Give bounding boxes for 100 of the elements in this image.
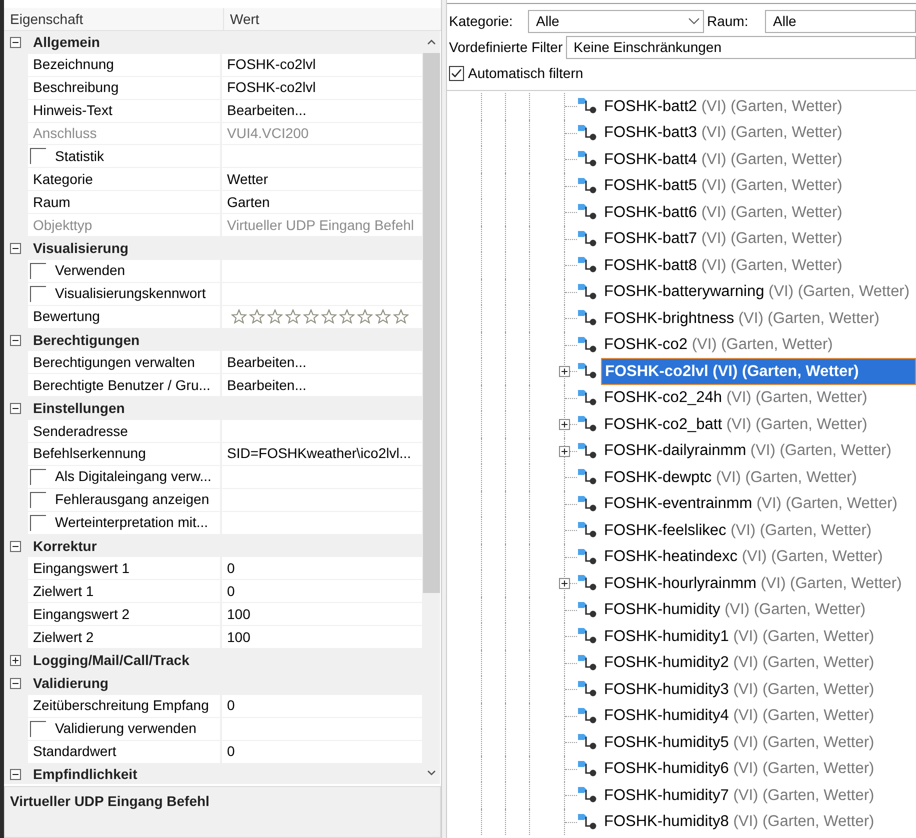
collapse-icon[interactable] bbox=[10, 36, 21, 48]
property-label: Bezeichnung bbox=[33, 55, 114, 74]
star-icon[interactable] bbox=[231, 309, 247, 324]
scrollbar[interactable] bbox=[422, 31, 440, 784]
scroll-up-icon[interactable] bbox=[426, 39, 436, 45]
input-arrow-icon bbox=[577, 228, 599, 249]
star-icon[interactable] bbox=[357, 309, 373, 324]
property-label: Hinweis-Text bbox=[33, 101, 112, 120]
property-label: Senderadresse bbox=[33, 422, 128, 441]
checkbox-label[interactable]: Automatisch filtern bbox=[468, 62, 584, 84]
scroll-down-icon[interactable] bbox=[426, 770, 436, 776]
tree-item[interactable]: FOSHK-co2_24h (VI) (Garten, Wetter) bbox=[601, 385, 870, 410]
property-value[interactable]: Garten bbox=[222, 191, 422, 214]
property-value[interactable]: Bearbeiten... bbox=[222, 100, 422, 123]
expand-icon[interactable] bbox=[559, 419, 570, 430]
tree-item[interactable]: FOSHK-humidity6 (VI) (Garten, Wetter) bbox=[601, 756, 878, 782]
checkbox[interactable] bbox=[30, 286, 46, 302]
collapse-icon[interactable] bbox=[10, 242, 21, 254]
tree-item[interactable]: FOSHK-feelslikec (VI) (Garten, Wetter) bbox=[601, 518, 875, 543]
input-arrow-icon bbox=[577, 758, 599, 779]
checkbox[interactable] bbox=[30, 514, 46, 531]
field-label: Raum: bbox=[707, 12, 750, 30]
tree-item[interactable]: FOSHK-co2lvl (VI) (Garten, Wetter) bbox=[601, 358, 916, 385]
category-dropdown[interactable]: Alle bbox=[528, 10, 704, 32]
group-title: Allgemein bbox=[33, 32, 100, 52]
property-value[interactable]: 0 bbox=[222, 694, 422, 718]
tree-item[interactable]: FOSHK-batterywarning (VI) (Garten, Wetter) bbox=[601, 279, 913, 304]
collapse-icon[interactable] bbox=[10, 403, 21, 414]
input-arrow-icon bbox=[577, 546, 599, 567]
input-arrow-icon bbox=[577, 176, 599, 196]
collapse-icon[interactable] bbox=[10, 334, 21, 346]
tree-item[interactable]: FOSHK-hourlyrainmm (VI) (Garten, Wetter) bbox=[601, 570, 905, 596]
star-icon[interactable] bbox=[285, 309, 301, 324]
property-value[interactable]: 0 bbox=[222, 740, 422, 764]
tree-item[interactable]: FOSHK-dailyrainmm (VI) (Garten, Wetter) bbox=[601, 438, 894, 464]
group-title: Visualisierung bbox=[33, 238, 128, 258]
expand-icon[interactable] bbox=[559, 578, 570, 590]
star-icon[interactable] bbox=[249, 309, 265, 324]
checkbox[interactable] bbox=[30, 148, 46, 164]
input-arrow-icon bbox=[577, 706, 599, 726]
tree-item[interactable]: FOSHK-co2_batt (VI) (Garten, Wetter) bbox=[601, 412, 870, 437]
group-title: Berechtigungen bbox=[33, 330, 140, 350]
property-value[interactable]: FOSHK-co2lvl bbox=[222, 76, 422, 100]
star-icon[interactable] bbox=[393, 309, 409, 324]
property-label: Zielwert 2 bbox=[33, 628, 94, 647]
property-value[interactable]: Bearbeiten... bbox=[222, 351, 422, 374]
star-icon[interactable] bbox=[303, 309, 319, 324]
tree-item[interactable]: FOSHK-batt3 (VI) (Garten, Wetter) bbox=[601, 120, 846, 146]
checkbox[interactable] bbox=[449, 66, 464, 80]
property-value[interactable]: FOSHK-co2lvl bbox=[222, 54, 422, 77]
room-dropdown[interactable]: Alle bbox=[765, 10, 916, 32]
tree-item[interactable]: FOSHK-co2 (VI) (Garten, Wetter) bbox=[601, 332, 836, 358]
tree-item[interactable]: FOSHK-brightness (VI) (Garten, Wetter) bbox=[601, 306, 882, 331]
property-value[interactable]: Bearbeiten... bbox=[222, 374, 422, 398]
property-label: Zielwert 1 bbox=[33, 582, 94, 601]
property-label: Befehlserkennung bbox=[33, 444, 146, 464]
tree-item[interactable]: FOSHK-batt4 (VI) (Garten, Wetter) bbox=[601, 146, 846, 172]
tree-item[interactable]: FOSHK-batt6 (VI) (Garten, Wetter) bbox=[601, 200, 846, 225]
tree-item[interactable]: FOSHK-batt2 (VI) (Garten, Wetter) bbox=[601, 94, 846, 119]
tree-item[interactable]: FOSHK-eventrainmm (VI) (Garten, Wetter) bbox=[601, 491, 900, 516]
collapse-icon[interactable] bbox=[10, 678, 21, 689]
star-icon[interactable] bbox=[267, 309, 283, 324]
tree-item[interactable]: FOSHK-heatindexc (VI) (Garten, Wetter) bbox=[601, 544, 886, 570]
tree-item[interactable]: FOSHK-humidity8 (VI) (Garten, Wetter) bbox=[601, 809, 878, 834]
star-icon[interactable] bbox=[375, 309, 391, 324]
tree-item[interactable]: FOSHK-humidity5 (VI) (Garten, Wetter) bbox=[601, 730, 878, 755]
tree-item[interactable]: FOSHK-humidity4 (VI) (Garten, Wetter) bbox=[601, 703, 878, 728]
checkbox[interactable] bbox=[30, 468, 46, 485]
expand-icon[interactable] bbox=[10, 654, 21, 666]
column-header[interactable]: Wert bbox=[224, 8, 260, 30]
collapse-icon[interactable] bbox=[10, 540, 21, 552]
tree-item[interactable]: FOSHK-dewptc (VI) (Garten, Wetter) bbox=[601, 464, 860, 490]
property-value[interactable]: 100 bbox=[222, 626, 422, 650]
star-icon[interactable] bbox=[339, 309, 355, 324]
property-value[interactable]: SID=FOSHKweather\ico2lvl... bbox=[222, 443, 422, 466]
star-icon[interactable] bbox=[321, 309, 337, 324]
property-value: Virtueller UDP Eingang Befehl bbox=[222, 214, 422, 238]
property-label: Statistik bbox=[55, 146, 104, 166]
property-value[interactable]: 100 bbox=[222, 603, 422, 626]
checkbox[interactable] bbox=[30, 720, 46, 737]
property-label: Beschreibung bbox=[33, 78, 119, 98]
tree-item[interactable]: FOSHK-humidity (VI) (Garten, Wetter) bbox=[601, 597, 869, 622]
column-header[interactable]: Eigenschaft bbox=[4, 8, 224, 30]
checkbox[interactable] bbox=[30, 262, 46, 279]
tree-item[interactable]: FOSHK-humidity2 (VI) (Garten, Wetter) bbox=[601, 650, 878, 676]
expand-icon[interactable] bbox=[559, 446, 570, 457]
tree-item[interactable]: FOSHK-humidity1 (VI) (Garten, Wetter) bbox=[601, 624, 878, 649]
collapse-icon[interactable] bbox=[10, 769, 21, 780]
tree-item[interactable]: FOSHK-batt8 (VI) (Garten, Wetter) bbox=[601, 252, 846, 278]
filter-dropdown[interactable]: Keine Einschränkungen bbox=[566, 36, 916, 58]
property-value[interactable]: Wetter bbox=[222, 168, 422, 192]
tree-item[interactable]: FOSHK-batt7 (VI) (Garten, Wetter) bbox=[601, 226, 846, 252]
property-value[interactable]: 0 bbox=[222, 580, 422, 604]
tree-item[interactable]: FOSHK-humidity3 (VI) (Garten, Wetter) bbox=[601, 676, 878, 702]
property-value[interactable]: 0 bbox=[222, 557, 422, 580]
group-title: Logging/Mail/Call/Track bbox=[33, 650, 190, 670]
checkbox[interactable] bbox=[30, 492, 46, 508]
expand-icon[interactable] bbox=[559, 366, 570, 378]
tree-item[interactable]: FOSHK-humidity7 (VI) (Garten, Wetter) bbox=[601, 782, 878, 808]
tree-item[interactable]: FOSHK-batt5 (VI) (Garten, Wetter) bbox=[601, 173, 846, 198]
